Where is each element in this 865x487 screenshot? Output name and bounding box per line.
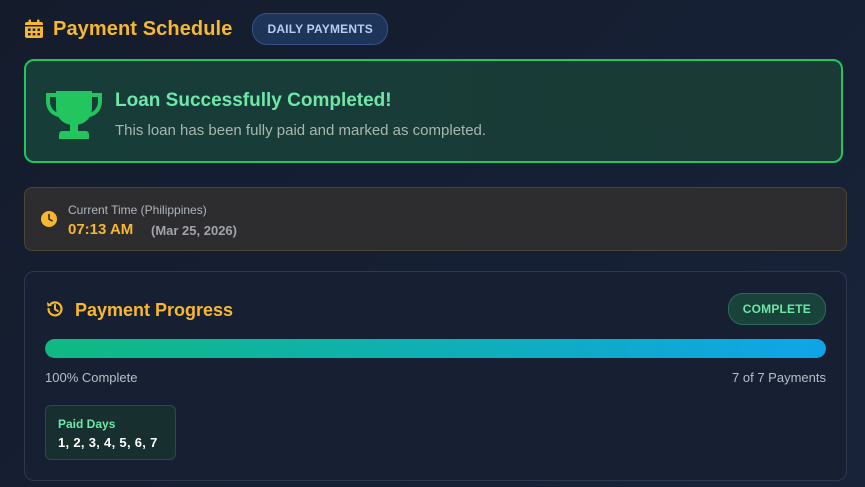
current-time-label: Current Time (Philippines) bbox=[68, 203, 207, 217]
daily-payments-badge: DAILY PAYMENTS bbox=[252, 13, 388, 45]
trophy-icon bbox=[46, 91, 102, 139]
history-icon bbox=[47, 301, 63, 317]
progress-bar-fill bbox=[45, 339, 826, 358]
progress-title: Payment Progress bbox=[75, 300, 234, 320]
payment-progress-card: Payment Progress COMPLETE 100% Complete … bbox=[24, 271, 847, 481]
loan-completed-banner: Loan Successfully Completed! This loan h… bbox=[24, 59, 843, 163]
current-date-value: (Mar 25, 2026) bbox=[151, 223, 237, 238]
status-badge: COMPLETE bbox=[727, 293, 826, 325]
paid-days-box: Paid Days 1, 2, 3, 4, 5, 6, 7 bbox=[45, 405, 176, 460]
clock-icon bbox=[41, 211, 57, 227]
current-time-value: 07:13 AM bbox=[68, 221, 134, 238]
success-title: Loan Successfully Completed! bbox=[115, 90, 392, 111]
paid-days-label: Paid Days bbox=[58, 417, 116, 431]
success-description: This loan has been fully paid and marked… bbox=[115, 122, 487, 139]
progress-bar bbox=[45, 339, 826, 358]
paid-days-values: 1, 2, 3, 4, 5, 6, 7 bbox=[58, 435, 158, 450]
payments-count-label: 7 of 7 Payments bbox=[732, 370, 826, 385]
progress-percent-label: 100% Complete bbox=[45, 370, 138, 385]
current-time-panel: Current Time (Philippines) 07:13 AM (Mar… bbox=[24, 187, 847, 251]
payment-schedule-header: Payment Schedule DAILY PAYMENTS bbox=[24, 13, 388, 45]
calendar-icon bbox=[25, 19, 43, 38]
page-title: Payment Schedule bbox=[53, 17, 233, 40]
